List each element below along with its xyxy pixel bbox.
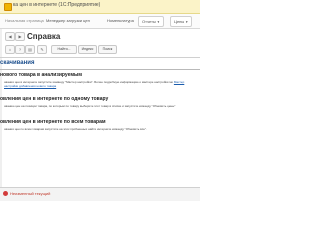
index-button[interactable]: Индекс — [78, 45, 97, 54]
tab-reports[interactable]: Отчеты▼ — [138, 16, 164, 27]
tab-prices-label: Цены — [174, 19, 185, 24]
status-bar: Неизменный текущий — [0, 187, 200, 201]
arrow-left-icon: ◀ — [8, 34, 12, 39]
section-divider — [0, 69, 200, 70]
tab-reports-label: Отчеты — [142, 19, 156, 24]
page-title: Справка — [27, 32, 61, 41]
home-icon: ⌂ — [8, 47, 12, 52]
help-content: скачивания нового товара в анализируемым… — [0, 58, 200, 186]
section-title: скачивания — [0, 60, 35, 66]
heading-add-product: нового товара в анализируемым — [0, 72, 82, 78]
paragraph-update-one: ованию цен на позиции товара, по которым… — [4, 104, 176, 108]
edit-button[interactable]: ✎ — [37, 45, 47, 54]
help-toolbar: ◀ ▶ Справка ⌂ ? ▤ ✎ Найти... Индекс Поис… — [0, 30, 200, 54]
print-button[interactable]: ▤ — [25, 45, 35, 54]
warning-icon — [3, 191, 8, 196]
paragraph-add-product: ования цен в интернете запустите команду… — [4, 80, 198, 88]
question-icon: ? — [18, 47, 22, 52]
forward-button[interactable]: ▶ — [15, 32, 25, 41]
tab-start-page[interactable]: Начальная страница — [2, 16, 47, 25]
tab-nomenclature[interactable]: Номенклатура — [104, 16, 137, 25]
find-button[interactable]: Найти... — [51, 45, 77, 54]
chevron-down-icon: ▼ — [156, 20, 160, 24]
arrow-right-icon: ▶ — [18, 34, 22, 39]
back-button[interactable]: ◀ — [5, 32, 15, 41]
paragraph-update-all: ования цен по всем товарам запустите на … — [4, 127, 147, 131]
title-bar: ка цен в интернете (1С:Предприятие) — [0, 0, 200, 14]
tabs-bar: Начальная страница Менеджер загрузки цен… — [0, 14, 200, 29]
printer-icon: ▤ — [28, 47, 32, 52]
home-button[interactable]: ⌂ — [5, 45, 15, 54]
status-text[interactable]: Неизменный текущий — [10, 191, 50, 196]
heading-update-all: овления цен в интернете по всем товарам — [0, 119, 106, 125]
pencil-icon: ✎ — [40, 47, 44, 52]
chevron-down-icon: ▼ — [185, 20, 189, 24]
tab-price-loader[interactable]: Менеджер загрузки цен — [43, 16, 93, 25]
tab-prices[interactable]: Цены▼ — [170, 16, 193, 27]
help-button[interactable]: ? — [15, 45, 25, 54]
window-title: ка цен в интернете (1С:Предприятие) — [13, 2, 101, 8]
search-button[interactable]: Поиск — [98, 45, 117, 54]
app-icon — [4, 3, 12, 11]
heading-update-one: овления цен в интернете по одному товару — [0, 96, 109, 102]
